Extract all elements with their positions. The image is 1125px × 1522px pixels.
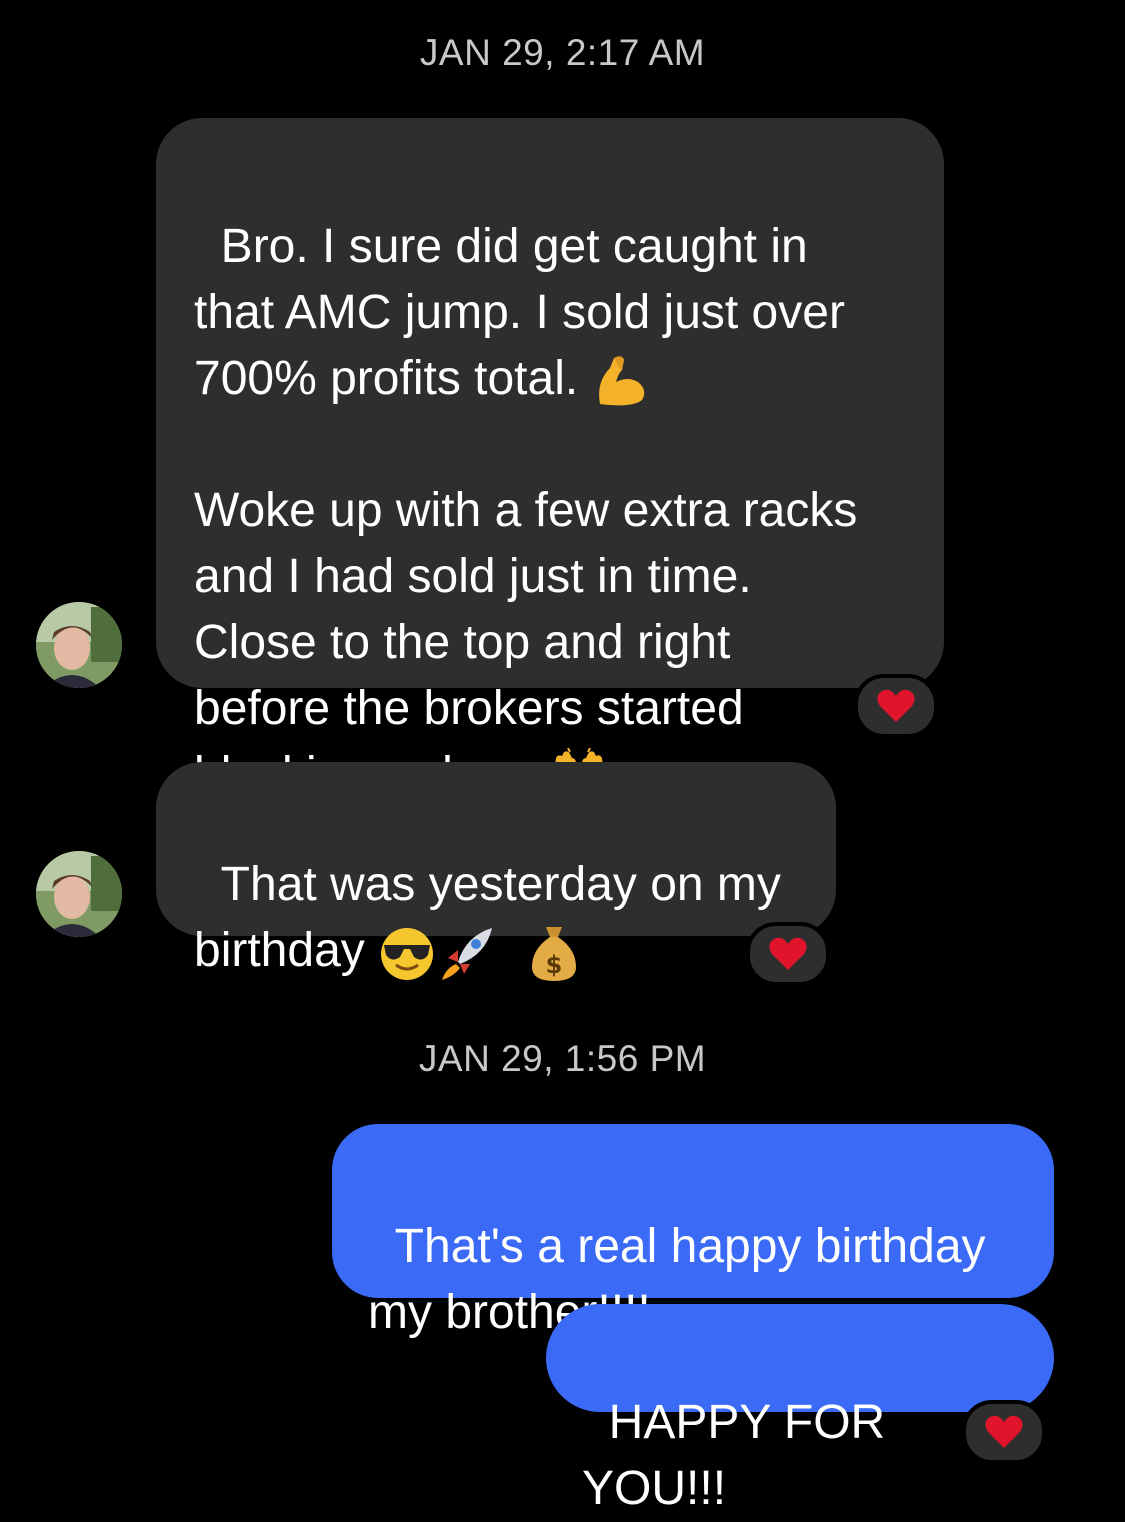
avatar[interactable] [36,602,122,688]
message-bubble-incoming[interactable]: Bro. I sure did get caught in that AMC j… [156,118,944,803]
message-text-continued: Woke up with a few extra racks and I had… [194,484,858,801]
timestamp-header: JAN 29, 1:56 PM [418,1038,707,1079]
heart-icon [877,689,915,722]
money-bag-icon: $ [532,927,577,982]
svg-text:$: $ [546,951,563,979]
message-bubble-incoming[interactable]: That was yesterday on my birthday $ [156,762,836,982]
timestamp-header: JAN 29, 2:17 AM [419,32,706,73]
message-bubble-outgoing[interactable]: HAPPY FOR YOU!!! [546,1304,1054,1515]
message-bubble-outgoing[interactable]: That's a real happy birthday my brother!… [332,1124,1054,1339]
reaction-badge[interactable] [746,922,830,986]
heart-icon [985,1415,1023,1448]
reaction-badge[interactable] [854,674,938,738]
rocket-icon [442,928,493,981]
message-text: Bro. I sure did get caught in that AMC j… [194,220,845,405]
avatar-photo-icon [36,851,122,937]
flexed-biceps-icon [598,356,644,406]
avatar-photo-icon [36,602,122,688]
heart-icon [769,937,807,970]
avatar[interactable] [36,851,122,937]
reaction-badge[interactable] [962,1400,1046,1464]
message-text: HAPPY FOR YOU!!! [582,1396,898,1515]
smiling-sunglasses-icon [381,928,434,981]
